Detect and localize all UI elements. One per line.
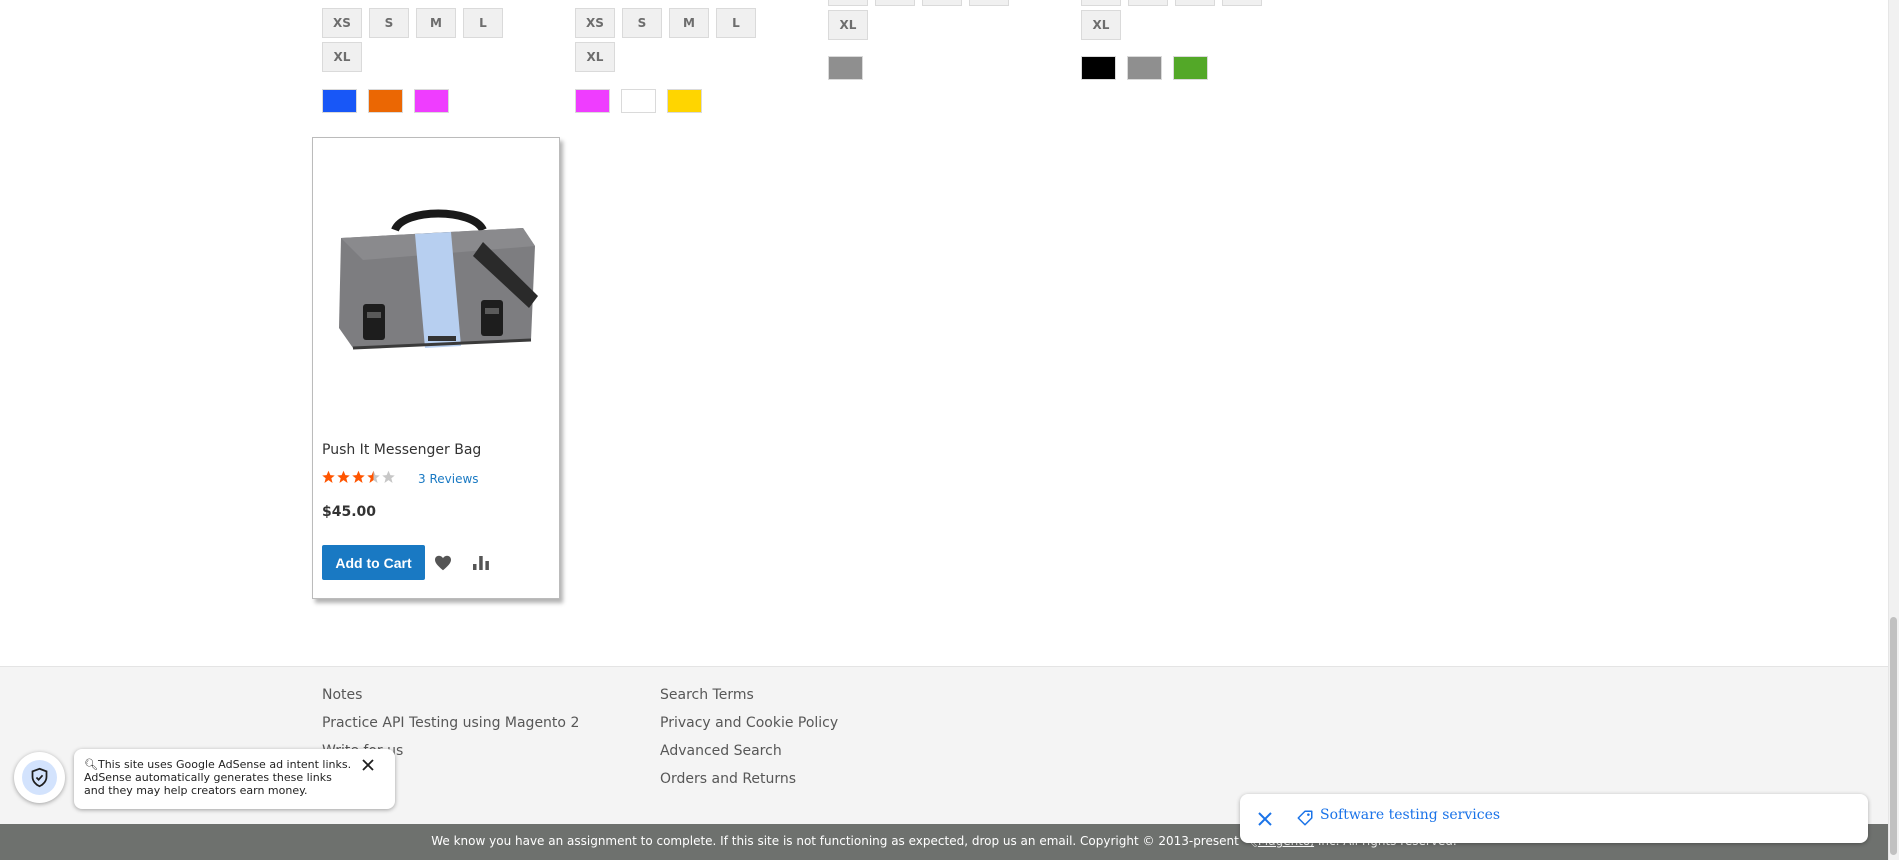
product-item: Push It Messenger Bag 3 Reviews $45.00 A… — [312, 137, 560, 599]
adsense-shield-button[interactable] — [14, 752, 65, 803]
adsense-notice-popup: 🔍︎This site uses Google AdSense ad inten… — [74, 749, 395, 809]
color-swatch[interactable] — [1081, 56, 1116, 80]
close-icon[interactable] — [1257, 811, 1273, 827]
size-swatch[interactable] — [875, 0, 915, 6]
product-price: $45.00 — [322, 504, 377, 520]
size-swatch[interactable] — [1175, 0, 1215, 6]
color-swatch[interactable] — [322, 89, 357, 113]
star-icon — [352, 470, 365, 483]
star-empty-icon — [382, 470, 395, 483]
size-swatch[interactable] — [1081, 0, 1121, 6]
footer-link-orders-returns[interactable]: Orders and Returns — [660, 771, 796, 787]
color-swatch[interactable] — [368, 89, 403, 113]
color-swatch[interactable] — [575, 89, 610, 113]
bar-chart-icon[interactable] — [472, 554, 490, 570]
star-half-icon — [367, 470, 380, 483]
shield-check-icon — [31, 767, 48, 788]
reviews-link[interactable]: 3 Reviews — [418, 472, 479, 486]
color-swatch[interactable] — [414, 89, 449, 113]
footer-link-notes[interactable]: Notes — [322, 687, 362, 703]
heart-icon[interactable] — [434, 555, 452, 571]
size-swatch-xl[interactable]: XL — [575, 42, 615, 72]
adsense-notice-text: This site uses Google AdSense ad intent … — [84, 758, 352, 797]
footer-link-api-testing[interactable]: Practice API Testing using Magento 2 — [322, 715, 579, 731]
size-swatch[interactable] — [969, 0, 1009, 6]
size-swatch[interactable] — [922, 0, 962, 6]
magnifier-icon: 🔍︎ — [84, 758, 98, 771]
footer-link-advanced-search[interactable]: Advanced Search — [660, 743, 782, 759]
color-swatch[interactable] — [1173, 56, 1208, 80]
product-name-link[interactable]: Push It Messenger Bag — [322, 442, 481, 458]
size-swatch-xl[interactable]: XL — [1081, 10, 1121, 40]
color-swatch[interactable] — [1127, 56, 1162, 80]
ad-intent-bar: Software testing services — [1240, 794, 1868, 843]
color-swatch[interactable] — [828, 56, 863, 80]
footer-link-search-terms[interactable]: Search Terms — [660, 687, 754, 703]
size-swatch-l[interactable]: L — [716, 8, 756, 38]
rating-stars — [321, 469, 396, 487]
add-to-cart-button[interactable]: Add to Cart — [322, 545, 425, 580]
star-icon — [322, 470, 335, 483]
size-swatch-xl[interactable]: XL — [828, 10, 868, 40]
tag-icon — [1297, 810, 1313, 826]
color-swatch[interactable] — [667, 89, 702, 113]
product-image[interactable] — [333, 208, 543, 358]
size-swatch[interactable] — [1128, 0, 1168, 6]
size-swatch-l[interactable]: L — [463, 8, 503, 38]
size-swatch-xs[interactable]: XS — [322, 8, 362, 38]
size-swatch[interactable] — [828, 0, 868, 6]
intent-link[interactable]: Software testing services — [1320, 807, 1500, 823]
size-swatch[interactable] — [1222, 0, 1262, 6]
star-icon — [337, 470, 350, 483]
size-swatch-xs[interactable]: XS — [575, 8, 615, 38]
color-swatch[interactable] — [621, 89, 656, 113]
scrollbar-thumb[interactable] — [1890, 617, 1897, 855]
size-swatch-s[interactable]: S — [369, 8, 409, 38]
copyright-text: We know you have an assignment to comple… — [431, 834, 1239, 848]
size-swatch-xl[interactable]: XL — [322, 42, 362, 72]
size-swatch-m[interactable]: M — [416, 8, 456, 38]
size-swatch-s[interactable]: S — [622, 8, 662, 38]
close-icon[interactable] — [361, 758, 375, 772]
footer-link-privacy-policy[interactable]: Privacy and Cookie Policy — [660, 715, 838, 731]
size-swatch-m[interactable]: M — [669, 8, 709, 38]
